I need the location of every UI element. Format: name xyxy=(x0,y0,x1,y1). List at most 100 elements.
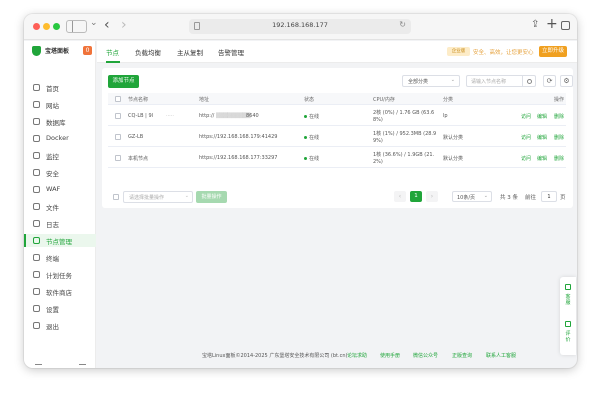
settings-button[interactable]: ⚙ xyxy=(560,75,573,87)
sidebar-item-logout[interactable]: 退出 xyxy=(24,319,96,332)
tab-replication[interactable]: 主从复制 xyxy=(177,47,203,57)
logout-icon xyxy=(33,322,40,329)
edit-icon[interactable] xyxy=(565,321,571,327)
delete-link[interactable]: 删除 xyxy=(554,134,564,141)
close-window-button[interactable] xyxy=(33,23,40,30)
customer-service-label[interactable]: 客服 xyxy=(564,294,572,306)
sidebar-item-label: 节点管理 xyxy=(46,238,72,246)
row-checkbox[interactable] xyxy=(115,134,121,140)
add-node-button[interactable]: 添加节点 xyxy=(108,75,139,88)
search-icon xyxy=(527,79,532,84)
upgrade-button[interactable]: 立即升级 xyxy=(539,46,567,57)
sidebar-item-database[interactable]: 数据库 xyxy=(24,115,96,128)
category-select[interactable]: 全部分类 ⌄ xyxy=(402,75,460,87)
edit-link[interactable]: 编辑 xyxy=(537,113,547,120)
visit-link[interactable]: 访问 xyxy=(521,134,531,141)
tab-nodes[interactable]: 节点 xyxy=(106,47,119,57)
footer-link-verify[interactable]: 正版查询 xyxy=(452,352,472,359)
batch-select[interactable]: 请选择批量操作 ⌄ xyxy=(123,191,193,203)
table-row[interactable]: GZ-LB https://192.168.168.179:41429 在线 1核 (… xyxy=(108,127,566,147)
sidebar-item-store[interactable]: 软件商店 xyxy=(24,285,96,298)
sidebar-item-folder[interactable]: 文件 xyxy=(24,200,96,213)
sidebar-item-node[interactable]: 节点管理 xyxy=(24,234,96,247)
sidebar-item-docker[interactable]: Docker xyxy=(24,132,96,145)
table-row[interactable]: 本机节点 https://192.168.168.177:33297 在线 1核 (3… xyxy=(108,148,566,168)
tab-overview-icon[interactable] xyxy=(561,21,570,30)
chevron-down-icon[interactable]: ⌄ xyxy=(90,18,98,28)
address-bar[interactable]: 192.168.168.177 ↻ xyxy=(189,19,411,34)
footer-link-wechat[interactable]: 微信公众号 xyxy=(413,352,438,359)
node-name[interactable]: GZ-LB xyxy=(128,134,143,140)
enterprise-tag: 企业版 xyxy=(447,47,470,56)
node-name[interactable]: 本机节点 xyxy=(128,155,148,162)
sidebar-toggle-icon[interactable] xyxy=(66,20,87,33)
node-address[interactable]: http:// xyxy=(199,113,214,119)
footer-link-manual[interactable]: 使用手册 xyxy=(380,352,400,359)
node-address[interactable]: https://192.168.168.179:41429 xyxy=(199,134,277,140)
forward-icon[interactable]: › xyxy=(121,17,127,33)
sidebar-item-waf[interactable]: WAF xyxy=(24,183,96,196)
search-button[interactable] xyxy=(522,75,536,87)
select-all-checkbox[interactable] xyxy=(115,96,121,102)
batch-operate-button[interactable]: 批量操作 xyxy=(196,191,227,203)
sidebar-item-label: 退出 xyxy=(46,323,59,331)
back-icon[interactable]: ‹ xyxy=(104,17,110,33)
table-row[interactable]: CQ-LB | 9l ····· http://▒▒▒▒▒▒▒▒▒ 8640 在线 2核 … xyxy=(108,106,566,126)
sidebar-item-terminal[interactable]: 终端 xyxy=(24,251,96,264)
node-status: 在线 xyxy=(304,134,319,141)
pager-prev-button[interactable]: ‹ xyxy=(394,191,406,202)
node-category: 默认分类 xyxy=(443,135,464,141)
sidebar-item-log[interactable]: 日志 xyxy=(24,217,96,230)
chevron-down-icon: ⌄ xyxy=(450,77,455,83)
edit-link[interactable]: 编辑 xyxy=(537,155,547,162)
header-name[interactable]: 节点名称 xyxy=(128,96,148,103)
tab-alerts[interactable]: 告警管理 xyxy=(218,47,244,57)
site-footer: 宝塔Linux面板©2014-2025 广东堡塔安全技术有限公司 (bt.cn)… xyxy=(102,352,573,362)
reload-icon[interactable]: ↻ xyxy=(399,20,406,29)
category-value: 全部分类 xyxy=(408,79,429,85)
store-icon xyxy=(33,288,40,295)
batch-checkbox[interactable] xyxy=(113,194,119,200)
brand-name: 宝塔面板 xyxy=(45,48,70,55)
node-address[interactable]: https://192.168.168.177:33297 xyxy=(199,155,277,161)
pager-current-page[interactable]: 1 xyxy=(410,191,422,202)
visit-link[interactable]: 访问 xyxy=(521,113,531,120)
sidebar-item-gear[interactable]: 设置 xyxy=(24,302,96,315)
edit-link[interactable]: 编辑 xyxy=(537,134,547,141)
tab-load-balance[interactable]: 负载均衡 xyxy=(135,47,161,57)
footer-link-forum[interactable]: 论坛求助 xyxy=(347,352,367,359)
page-size-select[interactable]: 10条/页 ⌄ xyxy=(452,191,492,202)
node-name[interactable]: CQ-LB | 9l xyxy=(128,113,153,119)
sidebar-item-label: 安全 xyxy=(46,170,59,178)
database-icon xyxy=(33,118,40,125)
feedback-label[interactable]: 评价 xyxy=(564,331,572,343)
chat-icon[interactable] xyxy=(565,284,571,290)
sidebar-item-shield[interactable]: 安全 xyxy=(24,166,96,179)
collapse-icon[interactable] xyxy=(35,364,42,368)
notification-badge[interactable]: 0 xyxy=(83,46,92,55)
new-tab-icon[interactable]: + xyxy=(546,16,558,32)
sidebar-item-label: 设置 xyxy=(46,306,59,314)
share-icon[interactable]: ⇪ xyxy=(531,19,539,30)
row-checkbox[interactable] xyxy=(115,155,121,161)
search-input[interactable]: 请输入节点名称 xyxy=(466,75,523,87)
sidebar-item-globe[interactable]: 网站 xyxy=(24,98,96,111)
row-checkbox[interactable] xyxy=(115,113,121,119)
visit-link[interactable]: 访问 xyxy=(521,155,531,162)
delete-link[interactable]: 删除 xyxy=(554,155,564,162)
pager-next-button[interactable]: › xyxy=(426,191,438,202)
sidebar-item-label: 数据库 xyxy=(46,119,66,127)
sidebar-item-monitor[interactable]: 监控 xyxy=(24,149,96,162)
sidebar-item-calendar[interactable]: 计划任务 xyxy=(24,268,96,281)
menu-icon[interactable] xyxy=(79,364,86,368)
sidebar-item-home[interactable]: 首页 xyxy=(24,81,96,94)
refresh-button[interactable]: ⟳ xyxy=(543,75,556,87)
footer-link-support[interactable]: 联系人工客服 xyxy=(486,352,516,359)
delete-link[interactable]: 删除 xyxy=(554,113,564,120)
pager-goto-input[interactable]: 1 xyxy=(541,191,557,202)
active-tab-indicator xyxy=(106,61,120,63)
promo-notice[interactable]: 企业版 安全、高效，让您更安心 xyxy=(447,47,537,57)
minimize-window-button[interactable] xyxy=(43,23,50,30)
monitor-icon xyxy=(33,152,40,159)
maximize-window-button[interactable] xyxy=(53,23,60,30)
